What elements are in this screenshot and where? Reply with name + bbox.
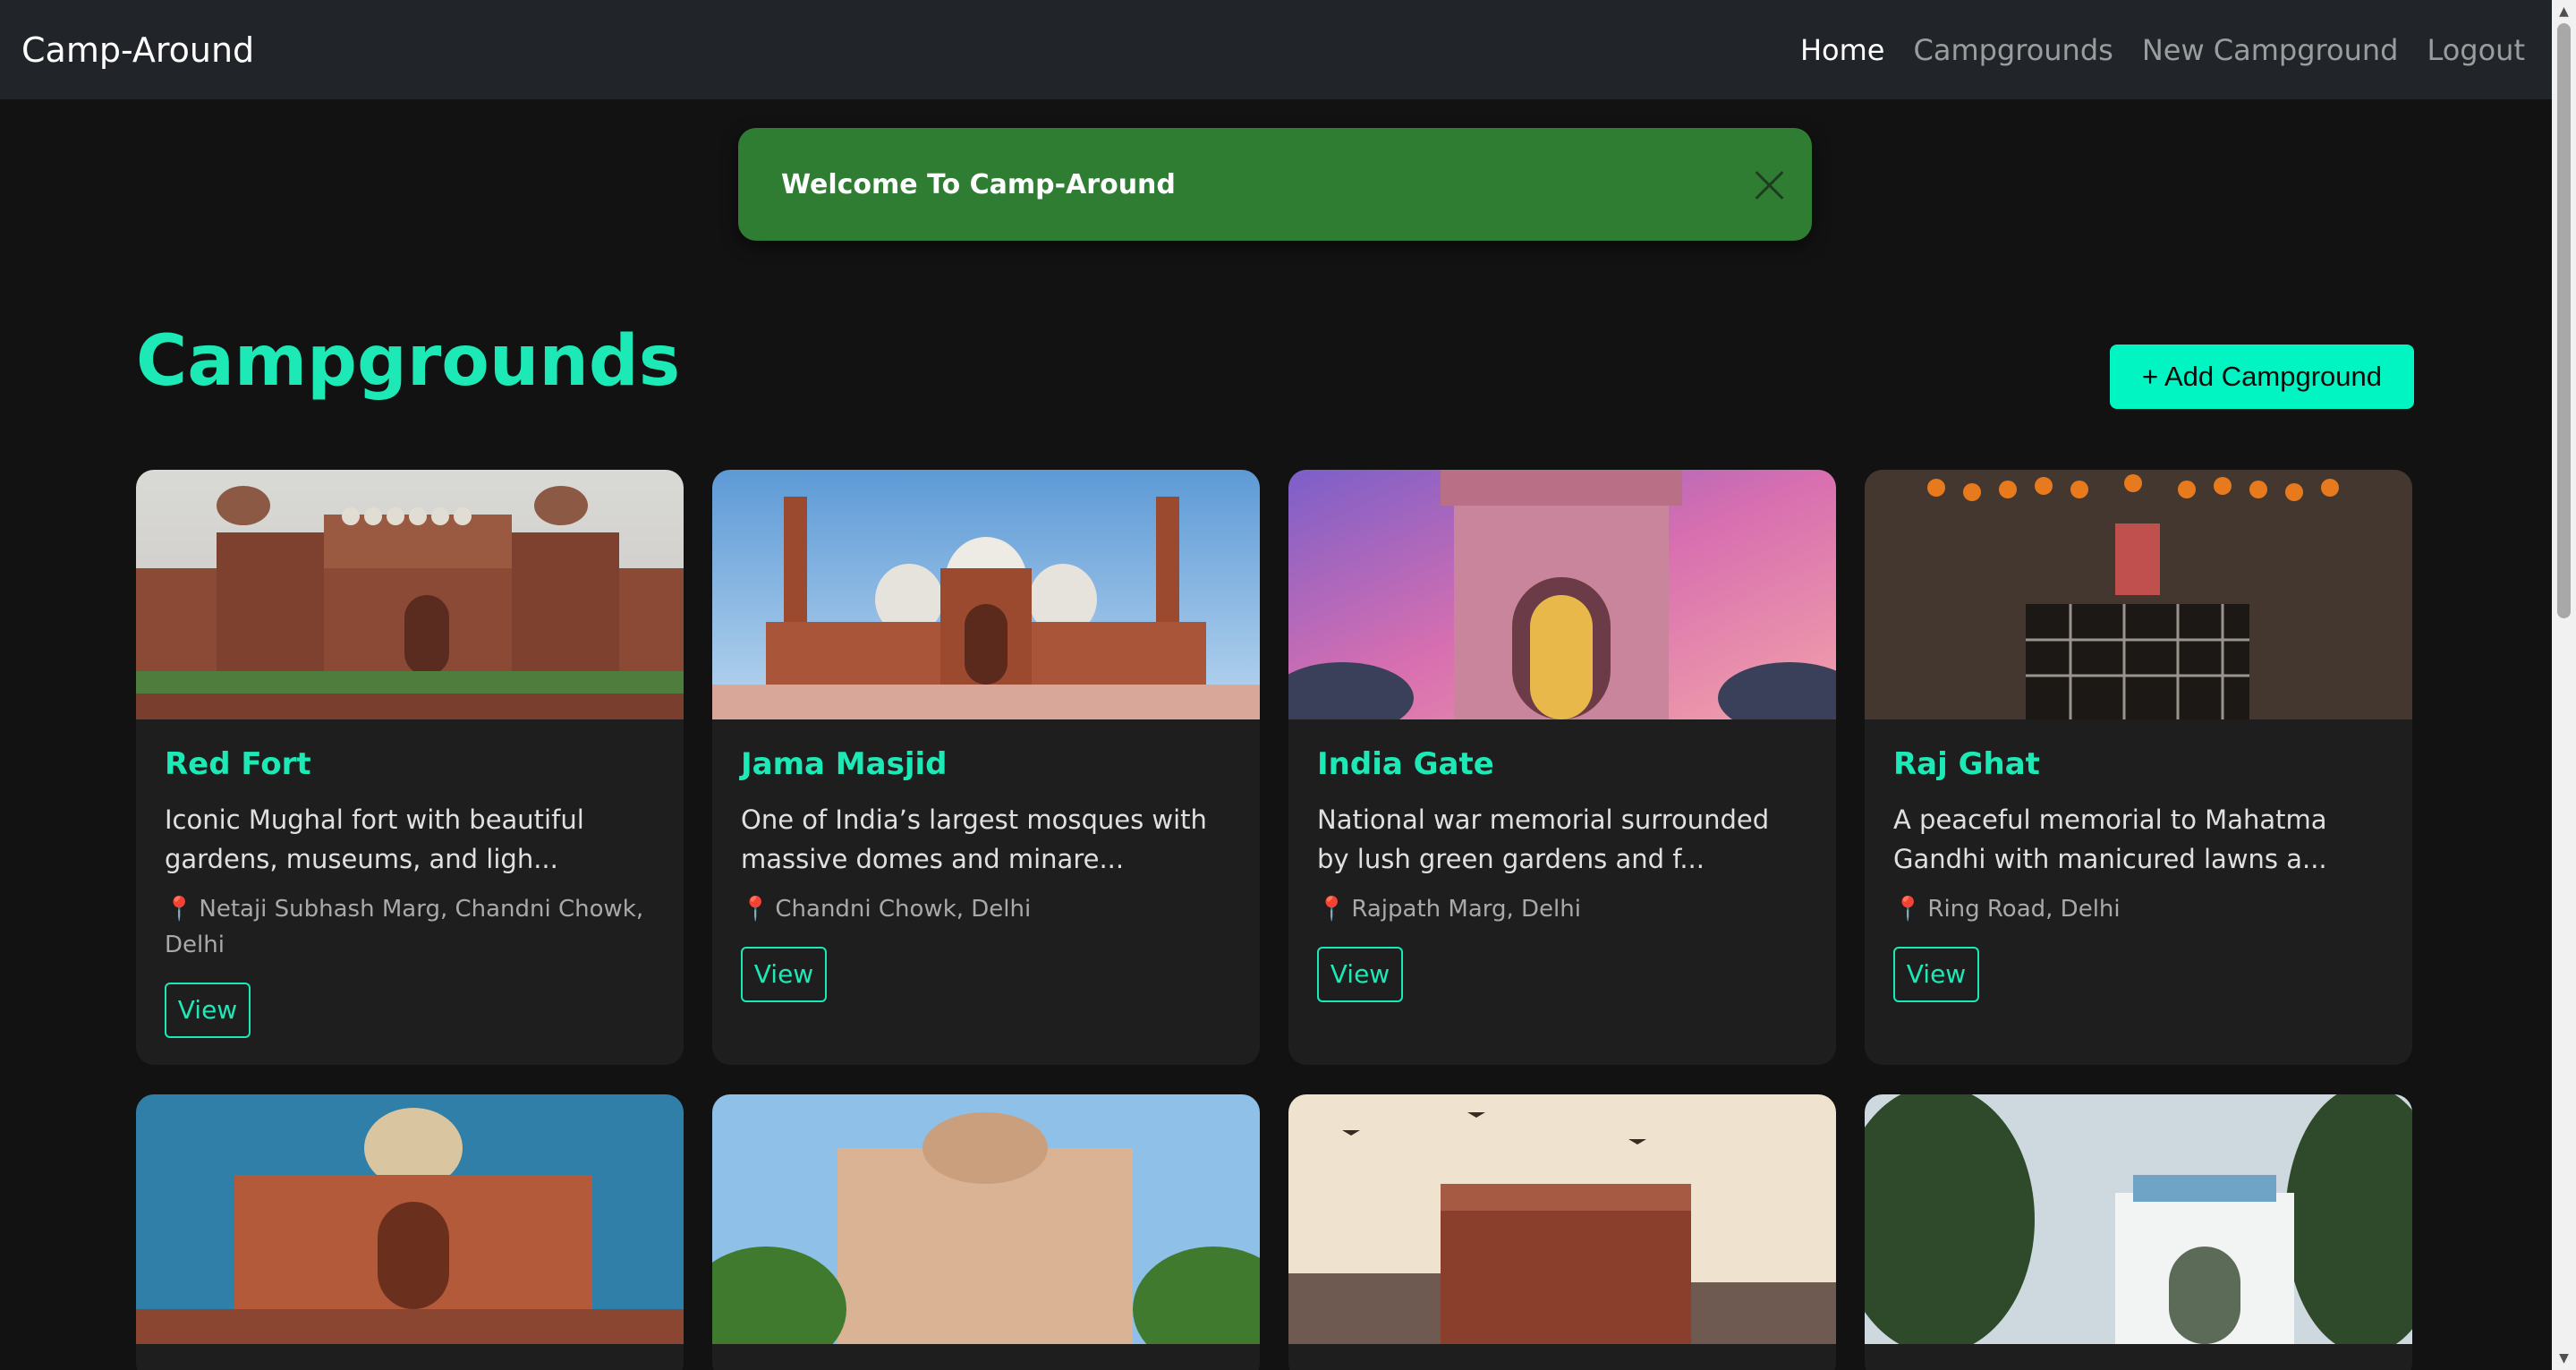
campground-image-india-gate <box>1288 470 1836 719</box>
map-pin-icon: 📍 <box>1893 896 1923 923</box>
nav-link-logout[interactable]: Logout <box>2427 33 2525 67</box>
card-location: 📍 Netaji Subhash Marg, Chandni Chowk, Del… <box>165 891 655 963</box>
campground-card: Red Fort Iconic Mughal fort with beautif… <box>136 470 684 1065</box>
card-description: Iconic Mughal fort with beautiful garden… <box>165 804 584 874</box>
flash-message: Welcome To Camp-Around <box>781 168 1176 200</box>
view-button[interactable]: View <box>741 947 827 1002</box>
card-title[interactable]: Red Fort <box>165 746 655 782</box>
scrollbar-thumb[interactable] <box>2557 23 2571 618</box>
campground-image-fort-gate <box>1288 1094 1836 1344</box>
campground-card: India Gate National war memorial surroun… <box>1288 470 1836 1065</box>
card-location-text: Chandni Chowk, Delhi <box>775 896 1032 923</box>
scroll-up-arrow-icon[interactable]: ▲ <box>2552 0 2576 23</box>
page: Camp-Around Home Campgrounds New Campgro… <box>0 0 2576 1370</box>
card-location-text: Ring Road, Delhi <box>1927 896 2121 923</box>
close-icon[interactable] <box>1751 166 1787 202</box>
view-button[interactable]: View <box>165 983 251 1038</box>
card-body: Jama Masjid One of India’s largest mosqu… <box>712 719 1260 1031</box>
nav-link-home[interactable]: Home <box>1800 33 1885 67</box>
card-description: One of India’s largest mosques with mass… <box>741 804 1207 874</box>
campground-card: Raj Ghat A peaceful memorial to Mahatma … <box>1865 470 2412 1065</box>
flash-alert: Welcome To Camp-Around <box>738 128 1812 241</box>
card-location: 📍 Ring Road, Delhi <box>1893 891 2384 927</box>
card-body: Raj Ghat A peaceful memorial to Mahatma … <box>1865 719 2412 1031</box>
campground-card <box>1865 1094 2412 1370</box>
card-title[interactable]: Raj Ghat <box>1893 746 2384 782</box>
map-pin-icon: 📍 <box>165 896 194 923</box>
card-title[interactable]: Jama Masjid <box>741 746 1231 782</box>
campground-image-humayun-tomb <box>136 1094 684 1344</box>
card-title[interactable]: India Gate <box>1317 746 1807 782</box>
campground-card <box>136 1094 684 1370</box>
card-description: National war memorial surrounded by lush… <box>1317 804 1770 874</box>
campground-image-white-gate <box>1865 1094 2412 1344</box>
scroll-down-arrow-icon[interactable]: ▼ <box>2552 1347 2576 1370</box>
campground-image-temple <box>712 1094 1260 1344</box>
map-pin-icon: 📍 <box>741 896 770 923</box>
nav-links: Home Campgrounds New Campground Logout <box>1800 33 2525 67</box>
card-body: Red Fort Iconic Mughal fort with beautif… <box>136 719 684 1065</box>
card-location-text: Rajpath Marg, Delhi <box>1351 896 1581 923</box>
card-location: 📍 Chandni Chowk, Delhi <box>741 891 1231 927</box>
add-campground-button[interactable]: + Add Campground <box>2110 345 2414 409</box>
navbar: Camp-Around Home Campgrounds New Campgro… <box>0 0 2552 99</box>
brand-logo[interactable]: Camp-Around <box>21 30 254 70</box>
card-location-text: Netaji Subhash Marg, Chandni Chowk, Delh… <box>165 896 644 958</box>
page-scrollbar[interactable]: ▲ ▼ <box>2552 0 2576 1370</box>
campground-card: Jama Masjid One of India’s largest mosqu… <box>712 470 1260 1065</box>
campground-card <box>712 1094 1260 1370</box>
nav-link-new-campground[interactable]: New Campground <box>2142 33 2399 67</box>
campground-image-jama-masjid <box>712 470 1260 719</box>
view-button[interactable]: View <box>1317 947 1403 1002</box>
card-body: India Gate National war memorial surroun… <box>1288 719 1836 1031</box>
campground-image-red-fort <box>136 470 684 719</box>
card-description: A peaceful memorial to Mahatma Gandhi wi… <box>1893 804 2327 874</box>
card-location: 📍 Rajpath Marg, Delhi <box>1317 891 1807 927</box>
page-title: Campgrounds <box>136 321 681 402</box>
campground-image-raj-ghat <box>1865 470 2412 719</box>
nav-link-campgrounds[interactable]: Campgrounds <box>1913 33 2113 67</box>
view-button[interactable]: View <box>1893 947 1979 1002</box>
campground-card <box>1288 1094 1836 1370</box>
map-pin-icon: 📍 <box>1317 896 1347 923</box>
